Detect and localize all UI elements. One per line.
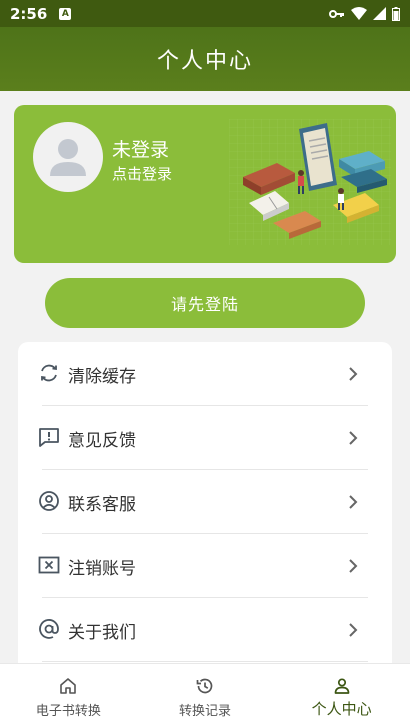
signal-icon	[373, 7, 386, 20]
menu-item-label: 联系客服	[68, 494, 136, 515]
notification-a-icon: A	[59, 7, 72, 20]
refresh-icon	[41, 364, 57, 382]
wifi-icon	[351, 7, 367, 20]
menu-item-label: 注销账号	[68, 558, 136, 579]
menu-item-about-us[interactable]: 关于我们	[18, 598, 392, 662]
chevron-right-icon	[349, 495, 358, 509]
tab-personal-center[interactable]: 个人中心	[273, 664, 410, 728]
battery-icon	[392, 6, 400, 21]
menu-item-label: 意见反馈	[68, 430, 136, 451]
menu-item-label: 关于我们	[68, 622, 136, 643]
tab-label: 转换记录	[179, 704, 232, 719]
user-icon	[334, 678, 350, 694]
page-title: 个人中心	[156, 49, 253, 74]
vpn-key-icon	[329, 9, 344, 18]
menu-item-close-account[interactable]: 注销账号	[18, 534, 392, 598]
status-icons	[329, 6, 400, 21]
bottom-nav: 电子书转换 转换记录 个人中心	[0, 663, 410, 728]
chevron-right-icon	[349, 431, 358, 445]
at-icon	[39, 619, 59, 639]
profile-card[interactable]: 未登录 点击登录	[14, 105, 396, 263]
tab-label: 电子书转换	[35, 704, 101, 719]
feedback-icon	[39, 428, 59, 447]
status-bar: 2:56 A	[0, 0, 410, 27]
status-time: 2:56	[10, 4, 48, 23]
history-icon	[196, 678, 213, 694]
tab-ebook-convert[interactable]: 电子书转换	[0, 664, 137, 728]
home-icon	[60, 678, 77, 694]
settings-menu: 清除缓存 意见反馈 联系客服 注销账号 关于我们	[18, 342, 392, 682]
default-avatar-icon	[50, 139, 86, 176]
avatar[interactable]	[33, 122, 103, 192]
menu-item-feedback[interactable]: 意见反馈	[18, 406, 392, 470]
app-header: 个人中心	[0, 27, 410, 91]
chevron-right-icon	[349, 623, 358, 637]
divider	[42, 661, 368, 662]
login-link[interactable]: 点击登录	[112, 163, 172, 184]
chevron-right-icon	[349, 559, 358, 573]
books-illustration	[229, 119, 391, 245]
close-account-icon	[38, 556, 60, 574]
tab-convert-history[interactable]: 转换记录	[137, 664, 274, 728]
customer-service-icon	[39, 491, 59, 511]
menu-item-customer-service[interactable]: 联系客服	[18, 470, 392, 534]
menu-item-label: 清除缓存	[68, 366, 136, 387]
user-name: 未登录	[112, 139, 170, 161]
tab-label: 个人中心	[311, 700, 372, 718]
login-button[interactable]: 请先登陆	[45, 278, 365, 328]
chevron-right-icon	[349, 367, 358, 381]
menu-item-clear-cache[interactable]: 清除缓存	[18, 342, 392, 406]
